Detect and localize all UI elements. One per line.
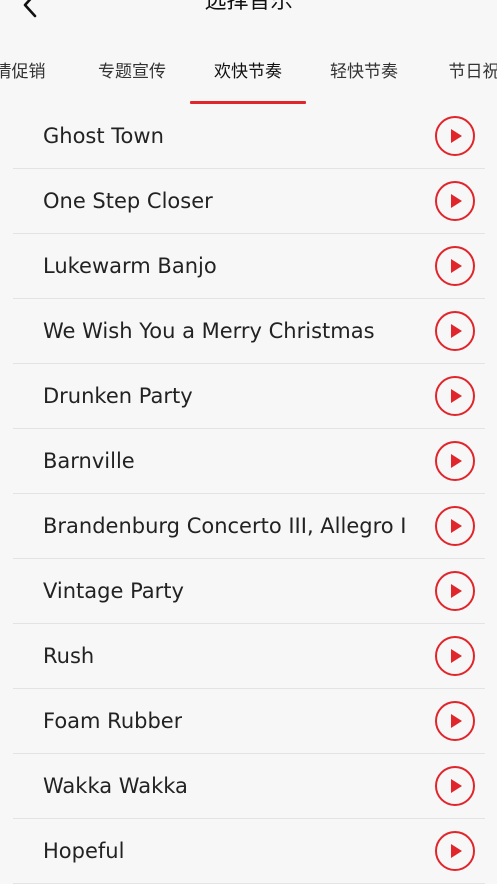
track-title: Ghost Town: [43, 124, 164, 148]
list-item[interactable]: Foam Rubber: [13, 689, 485, 754]
play-button[interactable]: [435, 766, 475, 806]
play-button[interactable]: [435, 506, 475, 546]
play-button[interactable]: [435, 246, 475, 286]
play-icon: [451, 779, 462, 793]
list-item[interactable]: One Step Closer: [13, 169, 485, 234]
music-list: Ghost Town One Step Closer Lukewarm Banj…: [13, 104, 485, 884]
play-button[interactable]: [435, 181, 475, 221]
list-item[interactable]: Brandenburg Concerto III, Allegro I: [13, 494, 485, 559]
track-title: Foam Rubber: [43, 709, 183, 733]
play-button[interactable]: [435, 636, 475, 676]
tab-cheerful-rhythm[interactable]: 欢快节奏: [190, 60, 306, 84]
track-title: Barnville: [43, 449, 135, 473]
play-button[interactable]: [435, 701, 475, 741]
track-title: Drunken Party: [43, 384, 193, 408]
play-button[interactable]: [435, 831, 475, 871]
tab-light-rhythm[interactable]: 轻快节奏: [306, 60, 422, 84]
play-button[interactable]: [435, 311, 475, 351]
play-icon: [451, 649, 462, 663]
list-item[interactable]: Vintage Party: [13, 559, 485, 624]
list-item[interactable]: Wakka Wakka: [13, 754, 485, 819]
play-icon: [451, 259, 462, 273]
play-button[interactable]: [435, 116, 475, 156]
play-icon: [451, 584, 462, 598]
list-item[interactable]: Drunken Party: [13, 364, 485, 429]
play-icon: [451, 519, 462, 533]
nav-bar: 选择音乐: [0, 0, 497, 22]
track-title: One Step Closer: [43, 189, 213, 213]
play-button[interactable]: [435, 376, 475, 416]
track-title: We Wish You a Merry Christmas: [43, 319, 375, 343]
list-item[interactable]: Barnville: [13, 429, 485, 494]
track-title: Rush: [43, 644, 95, 668]
play-icon: [451, 129, 462, 143]
track-title: Wakka Wakka: [43, 774, 188, 798]
play-icon: [451, 454, 462, 468]
track-title: Lukewarm Banjo: [43, 254, 217, 278]
tab-holiday[interactable]: 节日祝: [416, 60, 497, 84]
play-icon: [451, 714, 462, 728]
list-item[interactable]: Hopeful: [13, 819, 485, 884]
track-title: Brandenburg Concerto III, Allegro I: [43, 514, 407, 538]
play-button[interactable]: [435, 571, 475, 611]
play-icon: [451, 194, 462, 208]
list-item[interactable]: We Wish You a Merry Christmas: [13, 299, 485, 364]
list-item[interactable]: Lukewarm Banjo: [13, 234, 485, 299]
track-title: Hopeful: [43, 839, 125, 863]
list-item[interactable]: Ghost Town: [13, 104, 485, 169]
tab-promotion[interactable]: 情促销: [0, 60, 78, 84]
play-icon: [451, 389, 462, 403]
play-button[interactable]: [435, 441, 475, 481]
play-icon: [451, 324, 462, 338]
play-icon: [451, 844, 462, 858]
category-tabs: 情促销 专题宣传 欢快节奏 轻快节奏 节日祝: [0, 46, 497, 106]
track-title: Vintage Party: [43, 579, 184, 603]
page-title: 选择音乐: [204, 0, 293, 14]
tab-special-promo[interactable]: 专题宣传: [74, 60, 190, 84]
list-item[interactable]: Rush: [13, 624, 485, 689]
